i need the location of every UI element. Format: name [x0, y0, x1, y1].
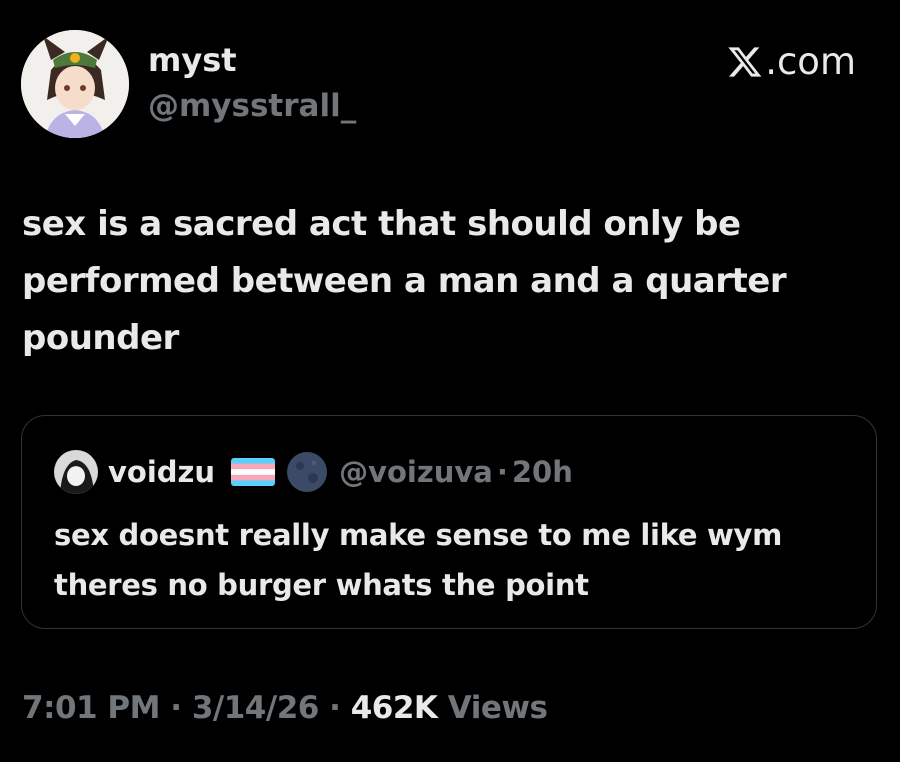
- quote-author-avatar[interactable]: [54, 450, 98, 494]
- quote-author-handle[interactable]: @voizuva: [339, 455, 493, 489]
- x-brand: .com: [727, 40, 856, 84]
- tweet-time[interactable]: 7:01 PM: [22, 690, 160, 726]
- tweet-text-line: sex is a sacred act that should only be: [22, 204, 741, 244]
- quote-timestamp[interactable]: 20h: [512, 455, 573, 489]
- tweet-date[interactable]: 3/14/26: [192, 690, 320, 726]
- x-logo-icon: [727, 44, 763, 80]
- author-display-name[interactable]: myst: [148, 40, 237, 80]
- new-moon-icon: [285, 450, 329, 494]
- quoted-tweet[interactable]: voidzu @voizuva · 20h sex doesnt really …: [21, 415, 877, 629]
- meta-separator: ·: [170, 690, 182, 726]
- quoted-tweet-header: voidzu @voizuva · 20h: [54, 449, 573, 495]
- brand-label: .com: [765, 40, 856, 83]
- tweet-metadata: 7:01 PM · 3/14/26 · 462K Views: [22, 686, 548, 730]
- views-count[interactable]: 462K: [351, 690, 438, 726]
- tweet-text-line: pounder: [22, 318, 179, 358]
- quote-separator: ·: [496, 455, 508, 489]
- tweet-text: sex is a sacred act that should only be …: [22, 196, 872, 367]
- trans-flag-icon: [231, 458, 276, 486]
- tweet-text-line: performed between a man and a quarter: [22, 261, 787, 301]
- meta-separator: ·: [329, 690, 341, 726]
- quote-text-line: sex doesnt really make sense to me like …: [54, 518, 783, 552]
- author-avatar[interactable]: [21, 30, 129, 138]
- author-handle[interactable]: @mysstrall_: [148, 86, 356, 126]
- quoted-tweet-text: sex doesnt really make sense to me like …: [54, 510, 854, 610]
- quote-author-name[interactable]: voidzu: [108, 455, 215, 489]
- avatar-image: [21, 30, 129, 138]
- views-label: Views: [447, 690, 548, 726]
- quote-text-line: theres no burger whats the point: [54, 568, 589, 602]
